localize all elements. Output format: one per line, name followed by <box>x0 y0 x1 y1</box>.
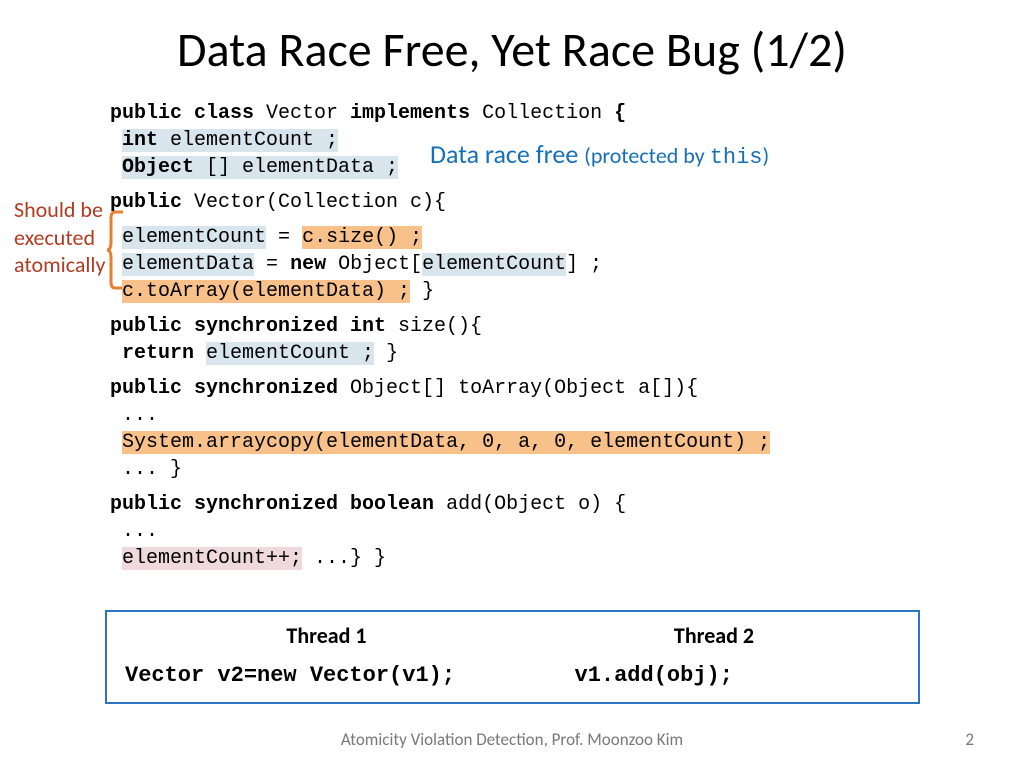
code-kw: public synchronized <box>110 377 350 400</box>
code-hl: c.size() ; <box>302 226 422 249</box>
code-kw: new <box>290 253 338 276</box>
code-hl: elementCount <box>422 253 566 276</box>
code-hl: elementCount++; <box>122 547 302 570</box>
page-number: 2 <box>965 729 974 750</box>
thread1-code: Vector v2=new Vector(v1); <box>125 663 575 688</box>
thread2-header: Thread 2 <box>528 622 900 649</box>
code-text: } <box>374 342 398 365</box>
code-hl: elementData <box>122 253 254 276</box>
code-text: } <box>410 280 434 303</box>
code-text: ... <box>122 520 158 543</box>
code-kw: int <box>122 129 170 152</box>
thread2-code: v1.add(obj); <box>575 663 901 688</box>
slide-footer: Atomicity Violation Detection, Prof. Moo… <box>0 729 1024 750</box>
code-kw: public synchronized int <box>110 315 398 338</box>
code-kw: { <box>614 102 626 125</box>
code-text: ... } <box>122 458 182 481</box>
code-text: ] ; <box>566 253 602 276</box>
code-text: elementCount ; <box>170 129 338 152</box>
code-listing: public class Vector implements Collectio… <box>110 100 770 572</box>
code-kw: public <box>110 191 194 214</box>
atomicity-annotation: Should be executed atomically <box>14 196 109 279</box>
code-text: Collection <box>482 102 614 125</box>
slide-title: Data Race Free, Yet Race Bug (1/2) <box>0 0 1024 79</box>
thread-comparison-box: Thread 1 Thread 2 Vector v2=new Vector(v… <box>105 610 920 704</box>
code-text: [] elementData ; <box>206 156 398 179</box>
code-kw: implements <box>350 102 482 125</box>
code-text: = <box>254 253 290 276</box>
code-hl: c.toArray(elementData) ; <box>122 280 410 303</box>
code-text: size(){ <box>398 315 482 338</box>
code-kw: Object <box>122 156 206 179</box>
code-text: Object[] toArray(Object a[]){ <box>350 377 698 400</box>
code-text: Object[ <box>338 253 422 276</box>
code-text: Vector(Collection c){ <box>194 191 446 214</box>
code-hl: System.arraycopy(elementData, 0, a, 0, e… <box>122 431 770 454</box>
code-text: ... <box>122 404 158 427</box>
thread1-header: Thread 1 <box>125 622 528 649</box>
code-text: Vector <box>266 102 350 125</box>
code-hl: elementCount ; <box>206 342 374 365</box>
code-text: = <box>266 226 302 249</box>
code-hl: elementCount <box>122 226 266 249</box>
code-text: add(Object o) { <box>446 493 626 516</box>
code-kw: public synchronized boolean <box>110 493 446 516</box>
code-text: ...} } <box>302 547 386 570</box>
code-kw: public class <box>110 102 266 125</box>
code-kw: return <box>122 342 206 365</box>
